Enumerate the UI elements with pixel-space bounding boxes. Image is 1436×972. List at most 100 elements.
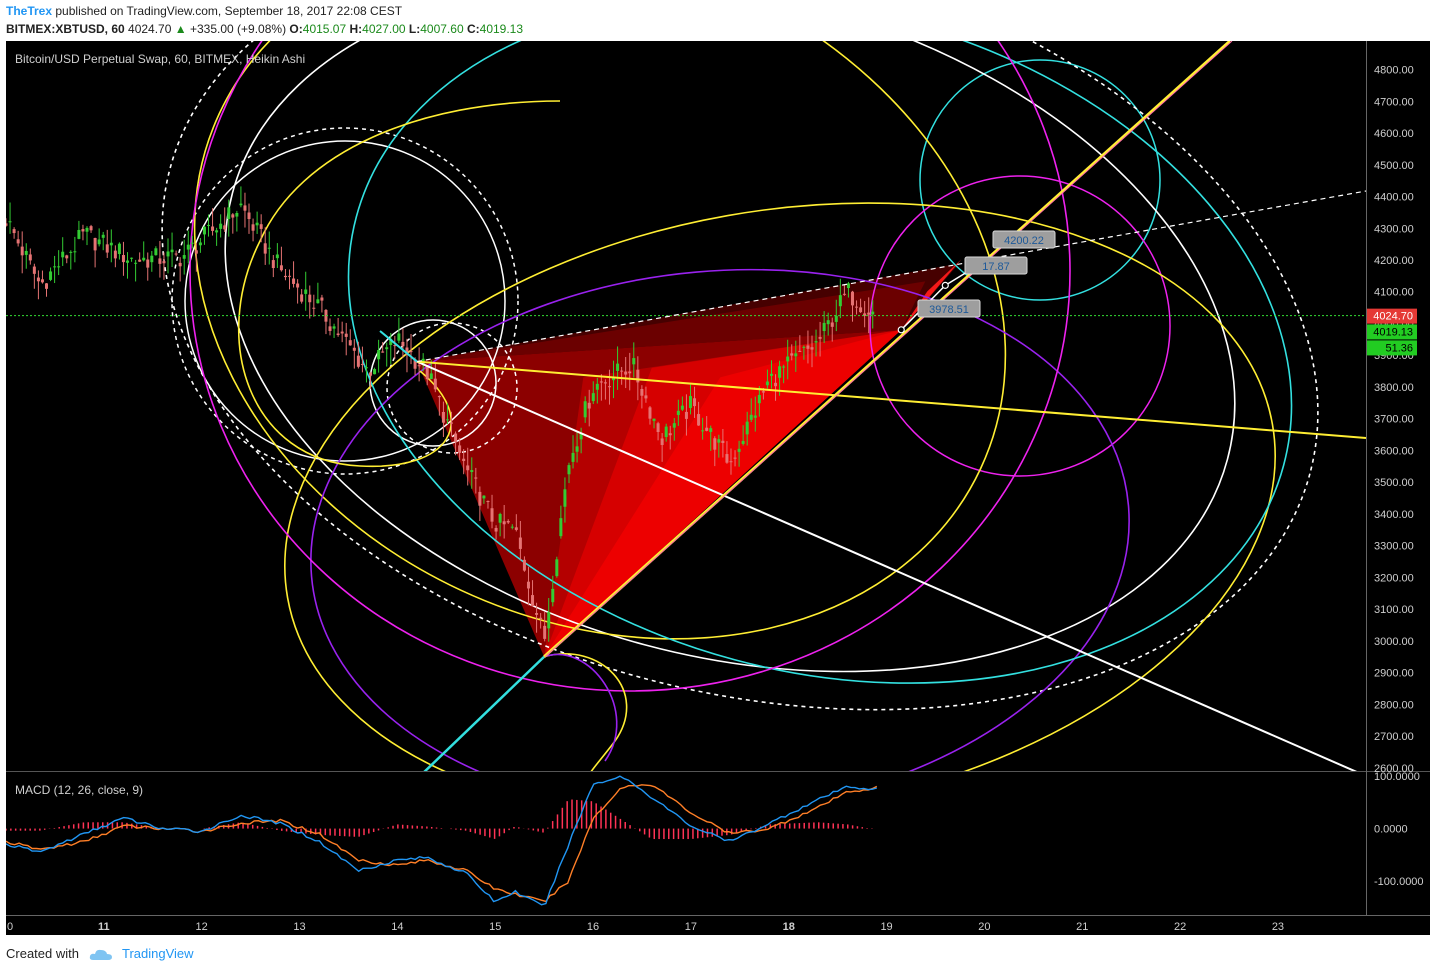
candle-body xyxy=(713,438,717,450)
candle-body xyxy=(526,581,530,589)
author-name[interactable]: TheTrex xyxy=(6,4,52,18)
candle-body xyxy=(636,369,640,383)
candle-body xyxy=(45,283,49,289)
drawing-label-text: 17.87 xyxy=(982,261,1010,273)
candle-body xyxy=(231,214,235,218)
candle-body xyxy=(575,446,579,452)
candle-body xyxy=(450,422,454,424)
candle-body xyxy=(263,243,267,254)
candle-body xyxy=(130,257,134,259)
candle-body xyxy=(194,250,198,254)
price-tick-label: 3600.00 xyxy=(1374,445,1414,457)
candle-body xyxy=(462,458,466,462)
candle-body xyxy=(664,426,668,437)
candle-body xyxy=(300,294,304,302)
chart-canvas[interactable]: 4200.22 17.87 3978.51 4800.00 4700.00 4600.0… xyxy=(0,41,1436,938)
candle-body xyxy=(437,396,441,398)
last-price: 4024.70 xyxy=(128,22,172,36)
candle-body xyxy=(693,398,697,407)
candle-body xyxy=(190,242,194,244)
candle-body xyxy=(429,373,433,380)
candle-body xyxy=(672,423,676,428)
symbol-info: BITMEX:XBTUSD, 60 4024.70 ▲ +335.00 (+9.… xyxy=(6,22,523,36)
candle-body xyxy=(28,254,32,261)
candle-body xyxy=(506,520,510,523)
price-tag-text: 51.36 xyxy=(1385,342,1413,354)
candle-body xyxy=(547,612,551,629)
candle-body xyxy=(425,365,429,380)
candle-body xyxy=(717,439,721,443)
footer: Created with TradingView xyxy=(6,946,194,962)
candle-body xyxy=(215,230,219,233)
price-change: +335.00 (+9.08%) xyxy=(190,22,287,36)
candle-body xyxy=(830,322,834,327)
candle-body xyxy=(146,259,150,268)
candle-body xyxy=(121,255,125,263)
candle-body xyxy=(267,247,271,249)
candle-body xyxy=(259,224,263,229)
tradingview-cloud-icon xyxy=(89,949,112,960)
candle-body xyxy=(757,394,761,404)
candle-body xyxy=(846,283,850,289)
candle-body xyxy=(676,410,680,415)
candle-body xyxy=(81,229,85,232)
candle-body xyxy=(543,625,547,639)
price-tick-label: 4800.00 xyxy=(1374,65,1414,77)
candle-body xyxy=(466,465,470,471)
anchor-handle xyxy=(897,326,905,334)
candle-body xyxy=(304,289,308,294)
candle-body xyxy=(838,295,842,307)
candle-body xyxy=(818,337,822,339)
candle-body xyxy=(697,414,701,426)
price-tick-label: 3200.00 xyxy=(1374,572,1414,584)
time-tick-label: 21 xyxy=(1076,921,1088,933)
candle-body xyxy=(174,253,178,255)
candle-body xyxy=(397,333,401,341)
candle-body xyxy=(279,265,283,271)
candle-body xyxy=(705,427,709,431)
candle-body xyxy=(360,363,364,365)
up-arrow-icon: ▲ xyxy=(174,22,187,36)
candle-body xyxy=(271,260,275,269)
candle-body xyxy=(498,513,502,523)
time-tick-label: 13 xyxy=(293,921,305,933)
candle-body xyxy=(802,346,806,348)
candle-body xyxy=(243,205,247,211)
candle-body xyxy=(478,491,482,506)
candle-body xyxy=(688,396,692,408)
price-tick-label: 3500.00 xyxy=(1374,477,1414,489)
candle-body xyxy=(377,349,381,360)
price-tags: 4024.70 4019.13 51.36 xyxy=(1367,308,1417,356)
candle-body xyxy=(126,260,130,263)
open-label: O: xyxy=(289,22,303,36)
candle-body xyxy=(109,242,113,246)
time-tick-label: 22 xyxy=(1174,921,1186,933)
drawing-label-text: 3978.51 xyxy=(929,304,969,316)
candle-body xyxy=(761,391,765,393)
candle-body xyxy=(227,207,231,219)
candle-body xyxy=(283,275,287,278)
candle-body xyxy=(769,373,773,376)
candle-body xyxy=(85,227,89,232)
candle-body xyxy=(620,370,624,372)
candle-body xyxy=(417,365,421,367)
candle-body xyxy=(559,518,563,537)
candle-body xyxy=(810,347,814,350)
candle-body xyxy=(89,226,93,231)
candle-body xyxy=(97,239,101,245)
candle-body xyxy=(539,617,543,619)
candle-body xyxy=(555,559,559,577)
candle-body xyxy=(251,224,255,231)
candle-body xyxy=(482,495,486,499)
candle-body xyxy=(348,340,352,346)
macd-tick-label: -100.0000 xyxy=(1374,876,1424,888)
candle-body xyxy=(385,347,389,350)
candle-body xyxy=(312,307,316,309)
candle-body xyxy=(725,454,729,463)
candle-body xyxy=(814,341,818,343)
candle-body xyxy=(182,255,186,259)
tradingview-logo-text[interactable]: TradingView xyxy=(122,946,194,961)
candle-body xyxy=(381,351,385,353)
macd-legend: MACD (12, 26, close, 9) xyxy=(15,783,143,797)
candle-body xyxy=(603,382,607,384)
